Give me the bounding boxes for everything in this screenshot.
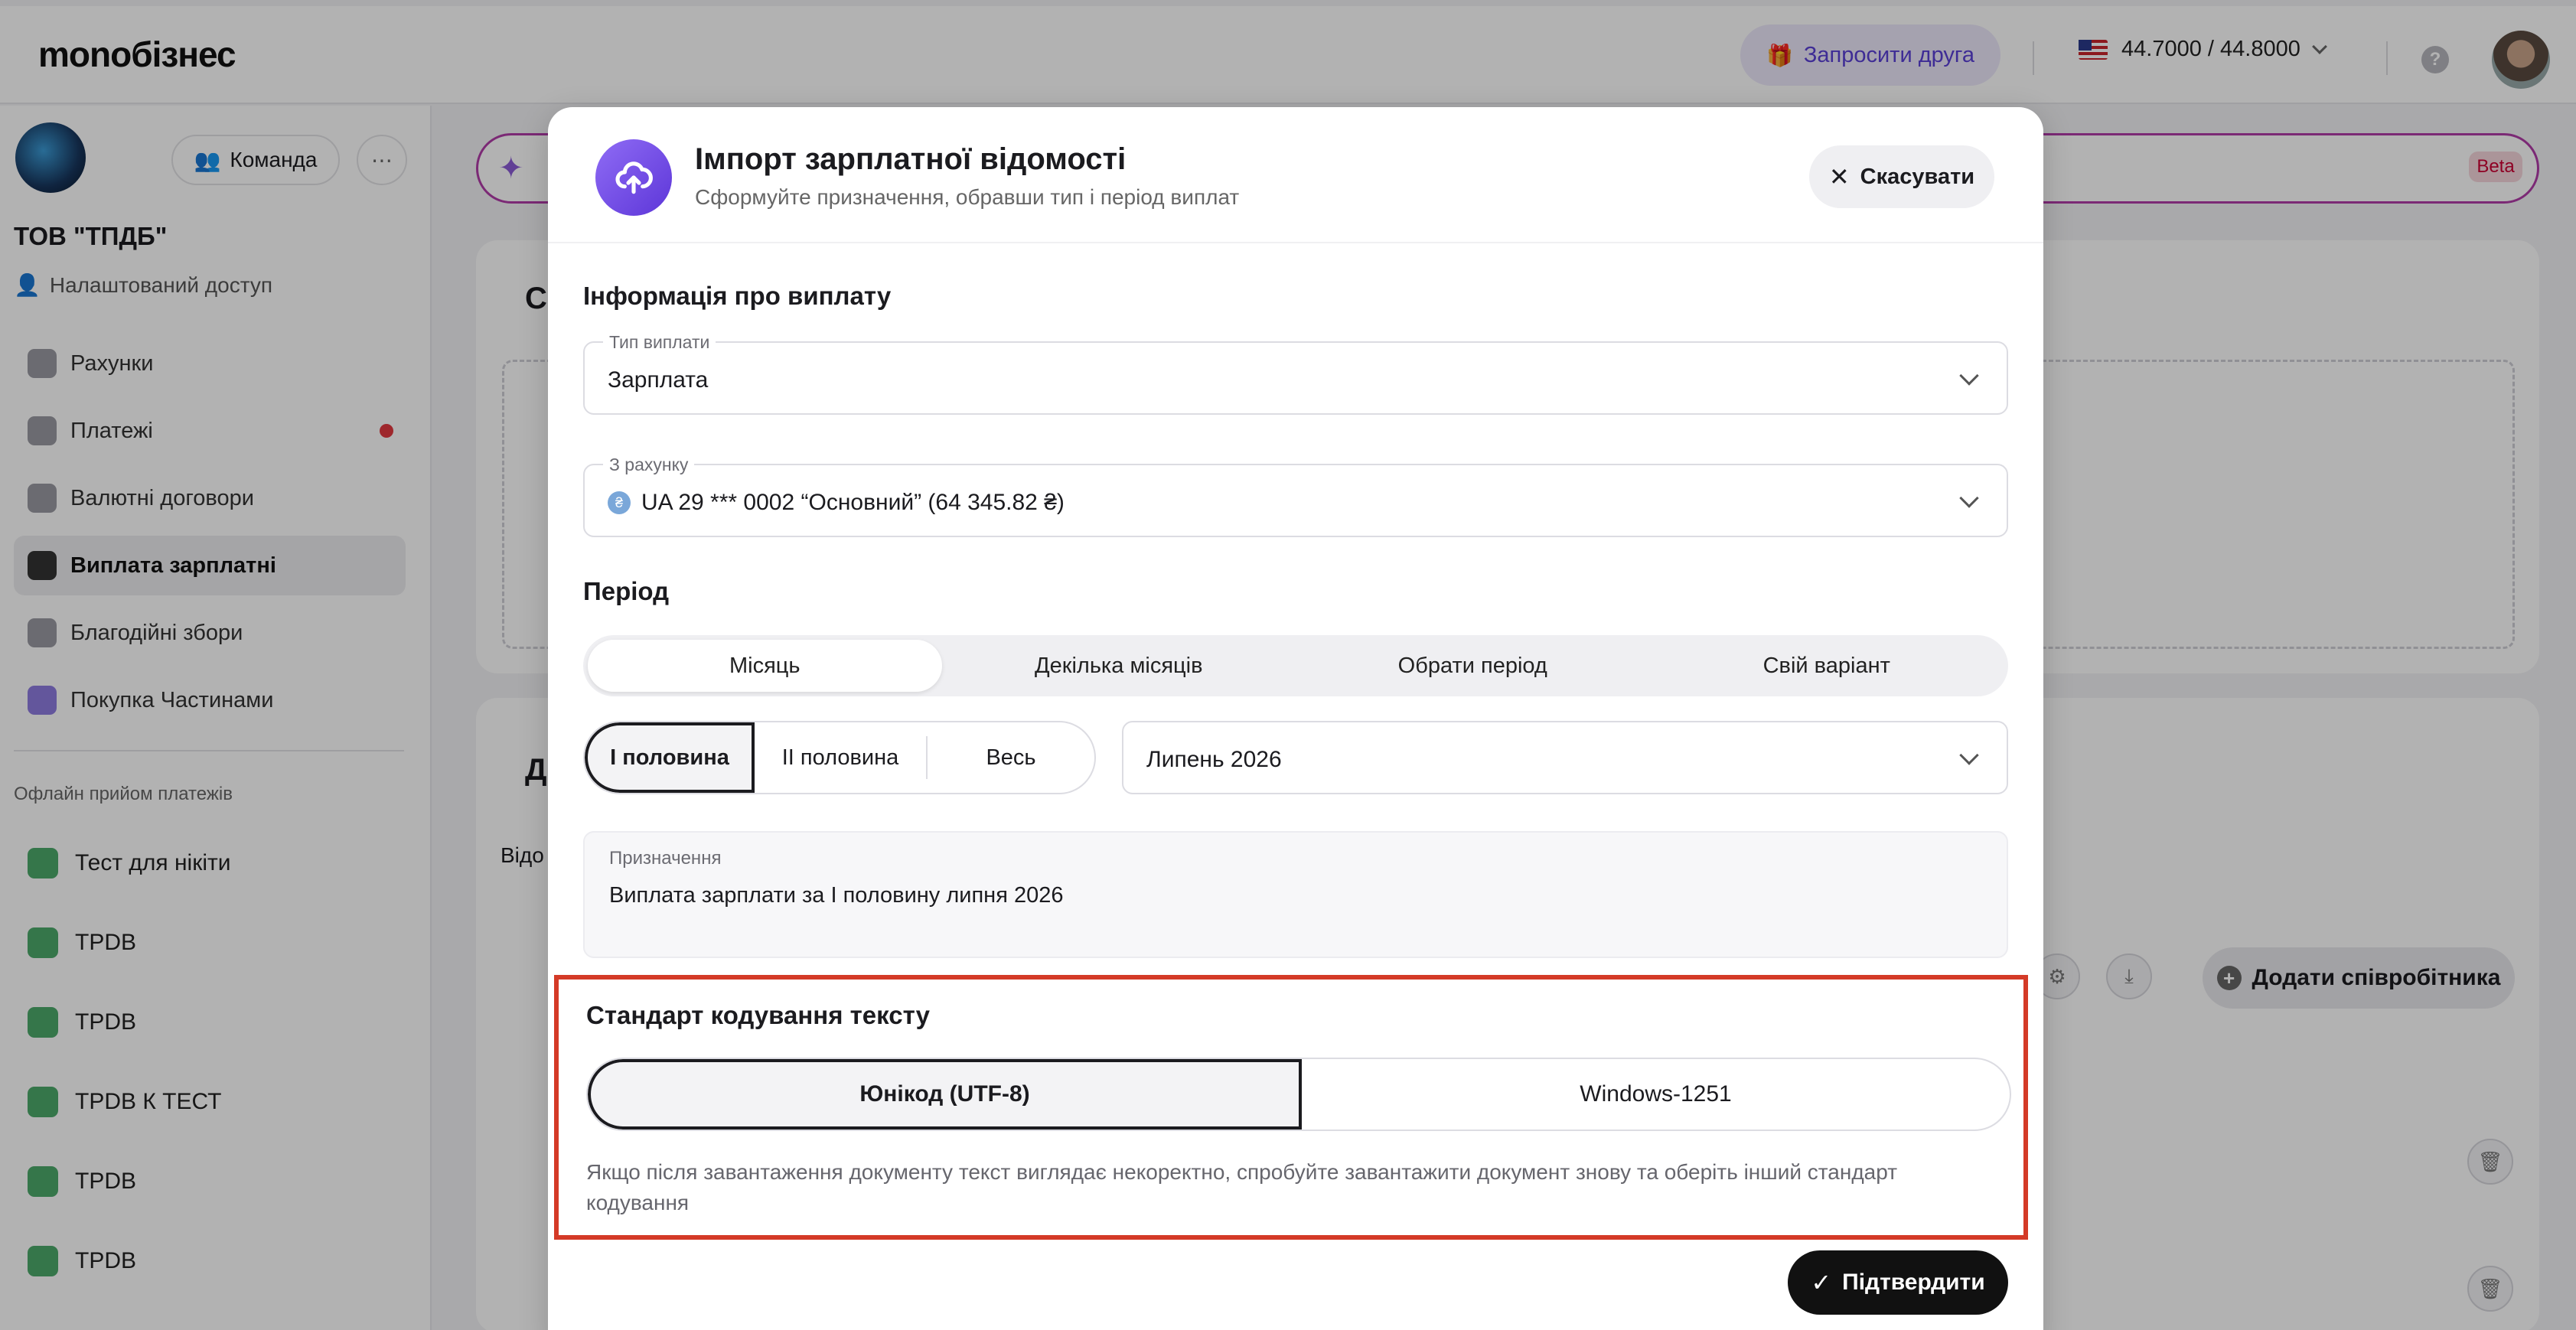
month-half-selector: І половина ІІ половина Весь [583, 721, 1096, 794]
confirm-button[interactable]: ✓ Підтвердити [1788, 1250, 2008, 1315]
encoding-heading: Стандарт кодування тексту [586, 1001, 930, 1029]
month-select[interactable]: Липень 2026 [1122, 721, 2008, 794]
purpose-value: Виплата зарплати за І половину липня 202… [609, 883, 1064, 908]
chevron-down-icon [1959, 745, 1979, 765]
chevron-down-icon [1959, 488, 1979, 508]
encoding-utf8-option[interactable]: Юнікод (UTF-8) [588, 1059, 1302, 1130]
hryvnia-icon: ₴ [608, 491, 631, 514]
month-value: Липень 2026 [1146, 747, 1282, 772]
tab-custom[interactable]: Свій варіант [1650, 640, 2004, 692]
import-salary-modal: Імпорт зарплатної відомості Сформуйте пр… [548, 107, 2043, 1330]
from-account-value-wrap: ₴ UA 29 *** 0002 “Основний” (64 345.82 ₴… [608, 490, 1065, 516]
purpose-field[interactable]: Призначення Виплата зарплати за І полови… [583, 831, 2008, 958]
period-tabs: Місяць Декілька місяців Обрати період Св… [583, 635, 2008, 696]
modal-title: Імпорт зарплатної відомості [695, 142, 1127, 176]
chevron-down-icon [1959, 366, 1979, 386]
confirm-button-label: Підтвердити [1842, 1270, 1985, 1295]
check-icon: ✓ [1811, 1269, 1832, 1296]
cancel-button-label: Скасувати [1860, 164, 1975, 189]
cancel-button[interactable]: ✕ Скасувати [1809, 145, 1994, 208]
encoding-hint: Якщо після завантаження документу текст … [586, 1160, 1898, 1214]
modal-subtitle: Сформуйте призначення, обравши тип і пер… [695, 185, 1240, 209]
payment-info-heading: Інформація про виплату [583, 282, 892, 310]
period-heading: Період [583, 577, 670, 605]
tab-choose-period[interactable]: Обрати період [1296, 640, 1650, 692]
encoding-selector: Юнікод (UTF-8) Windows-1251 [586, 1058, 2011, 1131]
purpose-label: Призначення [609, 848, 722, 869]
from-account-label: З рахунку [603, 455, 695, 475]
tab-several-months[interactable]: Декілька місяців [942, 640, 1296, 692]
payment-type-value: Зарплата [608, 367, 709, 393]
payment-type-label: Тип виплати [603, 332, 716, 353]
from-account-value: UA 29 *** 0002 “Основний” (64 345.82 ₴) [641, 490, 1065, 515]
modal-header: Імпорт зарплатної відомості Сформуйте пр… [548, 107, 2043, 243]
whole-month-option[interactable]: Весь [928, 722, 1094, 793]
second-half-option[interactable]: ІІ половина [755, 736, 928, 779]
cloud-upload-icon [595, 139, 672, 216]
tab-month[interactable]: Місяць [588, 640, 942, 692]
from-account-select[interactable]: З рахунку ₴ UA 29 *** 0002 “Основний” (6… [583, 455, 2008, 537]
first-half-option[interactable]: І половина [585, 722, 755, 793]
encoding-windows1251-option[interactable]: Windows-1251 [1302, 1059, 2010, 1130]
close-icon: ✕ [1828, 163, 1850, 191]
payment-type-select[interactable]: Тип виплати Зарплата [583, 332, 2008, 415]
encoding-section: Стандарт кодування тексту Юнікод (UTF-8)… [554, 975, 2028, 1240]
